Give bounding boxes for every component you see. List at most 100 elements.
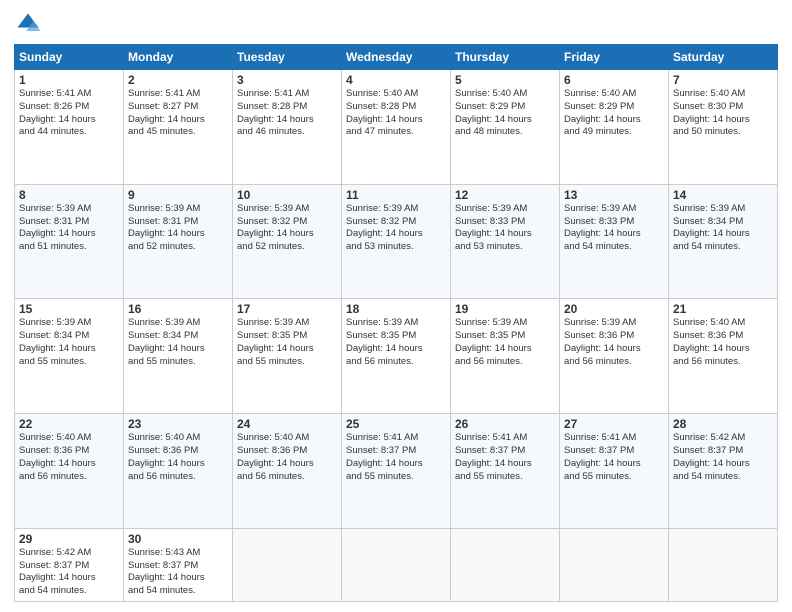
day-number: 2 <box>128 73 228 87</box>
cell-info: Sunrise: 5:42 AMSunset: 8:37 PMDaylight:… <box>673 432 773 483</box>
day-number: 19 <box>455 302 555 316</box>
week-row-1: 1Sunrise: 5:41 AMSunset: 8:26 PMDaylight… <box>15 70 778 185</box>
cell-info: Sunrise: 5:43 AMSunset: 8:37 PMDaylight:… <box>128 547 228 598</box>
calendar-cell: 15Sunrise: 5:39 AMSunset: 8:34 PMDayligh… <box>15 299 124 414</box>
calendar-cell: 19Sunrise: 5:39 AMSunset: 8:35 PMDayligh… <box>451 299 560 414</box>
calendar-cell: 20Sunrise: 5:39 AMSunset: 8:36 PMDayligh… <box>560 299 669 414</box>
day-number: 4 <box>346 73 446 87</box>
cell-info: Sunrise: 5:41 AMSunset: 8:37 PMDaylight:… <box>455 432 555 483</box>
day-header-tuesday: Tuesday <box>233 45 342 70</box>
day-number: 22 <box>19 417 119 431</box>
calendar-cell: 25Sunrise: 5:41 AMSunset: 8:37 PMDayligh… <box>342 414 451 529</box>
cell-info: Sunrise: 5:39 AMSunset: 8:33 PMDaylight:… <box>564 203 664 254</box>
day-header-saturday: Saturday <box>669 45 778 70</box>
logo-icon <box>14 10 42 38</box>
day-number: 21 <box>673 302 773 316</box>
day-number: 12 <box>455 188 555 202</box>
cell-info: Sunrise: 5:40 AMSunset: 8:36 PMDaylight:… <box>128 432 228 483</box>
calendar-cell: 23Sunrise: 5:40 AMSunset: 8:36 PMDayligh… <box>124 414 233 529</box>
cell-info: Sunrise: 5:42 AMSunset: 8:37 PMDaylight:… <box>19 547 119 598</box>
calendar-cell: 28Sunrise: 5:42 AMSunset: 8:37 PMDayligh… <box>669 414 778 529</box>
week-row-2: 8Sunrise: 5:39 AMSunset: 8:31 PMDaylight… <box>15 184 778 299</box>
cell-info: Sunrise: 5:39 AMSunset: 8:34 PMDaylight:… <box>128 317 228 368</box>
day-number: 3 <box>237 73 337 87</box>
calendar-cell: 4Sunrise: 5:40 AMSunset: 8:28 PMDaylight… <box>342 70 451 185</box>
cell-info: Sunrise: 5:40 AMSunset: 8:28 PMDaylight:… <box>346 88 446 139</box>
calendar-cell: 10Sunrise: 5:39 AMSunset: 8:32 PMDayligh… <box>233 184 342 299</box>
cell-info: Sunrise: 5:39 AMSunset: 8:35 PMDaylight:… <box>455 317 555 368</box>
day-number: 15 <box>19 302 119 316</box>
calendar-cell: 5Sunrise: 5:40 AMSunset: 8:29 PMDaylight… <box>451 70 560 185</box>
cell-info: Sunrise: 5:41 AMSunset: 8:37 PMDaylight:… <box>564 432 664 483</box>
calendar: SundayMondayTuesdayWednesdayThursdayFrid… <box>14 44 778 602</box>
day-number: 10 <box>237 188 337 202</box>
cell-info: Sunrise: 5:39 AMSunset: 8:32 PMDaylight:… <box>237 203 337 254</box>
days-header-row: SundayMondayTuesdayWednesdayThursdayFrid… <box>15 45 778 70</box>
cell-info: Sunrise: 5:40 AMSunset: 8:30 PMDaylight:… <box>673 88 773 139</box>
day-number: 13 <box>564 188 664 202</box>
day-number: 11 <box>346 188 446 202</box>
day-header-wednesday: Wednesday <box>342 45 451 70</box>
calendar-cell: 13Sunrise: 5:39 AMSunset: 8:33 PMDayligh… <box>560 184 669 299</box>
day-number: 29 <box>19 532 119 546</box>
calendar-cell: 7Sunrise: 5:40 AMSunset: 8:30 PMDaylight… <box>669 70 778 185</box>
cell-info: Sunrise: 5:39 AMSunset: 8:31 PMDaylight:… <box>19 203 119 254</box>
calendar-cell <box>451 528 560 601</box>
day-number: 24 <box>237 417 337 431</box>
day-number: 25 <box>346 417 446 431</box>
calendar-cell: 16Sunrise: 5:39 AMSunset: 8:34 PMDayligh… <box>124 299 233 414</box>
calendar-cell <box>669 528 778 601</box>
cell-info: Sunrise: 5:41 AMSunset: 8:27 PMDaylight:… <box>128 88 228 139</box>
calendar-cell: 2Sunrise: 5:41 AMSunset: 8:27 PMDaylight… <box>124 70 233 185</box>
cell-info: Sunrise: 5:40 AMSunset: 8:36 PMDaylight:… <box>237 432 337 483</box>
calendar-cell: 27Sunrise: 5:41 AMSunset: 8:37 PMDayligh… <box>560 414 669 529</box>
day-number: 6 <box>564 73 664 87</box>
cell-info: Sunrise: 5:40 AMSunset: 8:36 PMDaylight:… <box>673 317 773 368</box>
calendar-cell: 6Sunrise: 5:40 AMSunset: 8:29 PMDaylight… <box>560 70 669 185</box>
calendar-cell: 17Sunrise: 5:39 AMSunset: 8:35 PMDayligh… <box>233 299 342 414</box>
cell-info: Sunrise: 5:39 AMSunset: 8:34 PMDaylight:… <box>673 203 773 254</box>
day-header-friday: Friday <box>560 45 669 70</box>
cell-info: Sunrise: 5:39 AMSunset: 8:35 PMDaylight:… <box>346 317 446 368</box>
cell-info: Sunrise: 5:40 AMSunset: 8:29 PMDaylight:… <box>564 88 664 139</box>
calendar-cell: 21Sunrise: 5:40 AMSunset: 8:36 PMDayligh… <box>669 299 778 414</box>
day-number: 18 <box>346 302 446 316</box>
day-number: 20 <box>564 302 664 316</box>
cell-info: Sunrise: 5:39 AMSunset: 8:31 PMDaylight:… <box>128 203 228 254</box>
calendar-cell: 18Sunrise: 5:39 AMSunset: 8:35 PMDayligh… <box>342 299 451 414</box>
day-number: 9 <box>128 188 228 202</box>
day-number: 1 <box>19 73 119 87</box>
calendar-cell: 12Sunrise: 5:39 AMSunset: 8:33 PMDayligh… <box>451 184 560 299</box>
cell-info: Sunrise: 5:40 AMSunset: 8:29 PMDaylight:… <box>455 88 555 139</box>
calendar-cell: 26Sunrise: 5:41 AMSunset: 8:37 PMDayligh… <box>451 414 560 529</box>
calendar-cell: 9Sunrise: 5:39 AMSunset: 8:31 PMDaylight… <box>124 184 233 299</box>
calendar-cell: 3Sunrise: 5:41 AMSunset: 8:28 PMDaylight… <box>233 70 342 185</box>
cell-info: Sunrise: 5:41 AMSunset: 8:26 PMDaylight:… <box>19 88 119 139</box>
calendar-cell: 24Sunrise: 5:40 AMSunset: 8:36 PMDayligh… <box>233 414 342 529</box>
header <box>14 10 778 38</box>
cell-info: Sunrise: 5:39 AMSunset: 8:36 PMDaylight:… <box>564 317 664 368</box>
day-number: 7 <box>673 73 773 87</box>
cell-info: Sunrise: 5:39 AMSunset: 8:34 PMDaylight:… <box>19 317 119 368</box>
day-number: 26 <box>455 417 555 431</box>
day-header-monday: Monday <box>124 45 233 70</box>
cell-info: Sunrise: 5:41 AMSunset: 8:37 PMDaylight:… <box>346 432 446 483</box>
day-header-sunday: Sunday <box>15 45 124 70</box>
day-number: 5 <box>455 73 555 87</box>
calendar-cell: 14Sunrise: 5:39 AMSunset: 8:34 PMDayligh… <box>669 184 778 299</box>
day-number: 30 <box>128 532 228 546</box>
calendar-body: 1Sunrise: 5:41 AMSunset: 8:26 PMDaylight… <box>15 70 778 602</box>
calendar-cell <box>342 528 451 601</box>
day-number: 8 <box>19 188 119 202</box>
day-number: 14 <box>673 188 773 202</box>
week-row-3: 15Sunrise: 5:39 AMSunset: 8:34 PMDayligh… <box>15 299 778 414</box>
calendar-cell: 1Sunrise: 5:41 AMSunset: 8:26 PMDaylight… <box>15 70 124 185</box>
calendar-cell <box>560 528 669 601</box>
day-number: 16 <box>128 302 228 316</box>
calendar-cell: 8Sunrise: 5:39 AMSunset: 8:31 PMDaylight… <box>15 184 124 299</box>
day-number: 28 <box>673 417 773 431</box>
cell-info: Sunrise: 5:39 AMSunset: 8:32 PMDaylight:… <box>346 203 446 254</box>
cell-info: Sunrise: 5:39 AMSunset: 8:33 PMDaylight:… <box>455 203 555 254</box>
day-number: 23 <box>128 417 228 431</box>
day-number: 17 <box>237 302 337 316</box>
